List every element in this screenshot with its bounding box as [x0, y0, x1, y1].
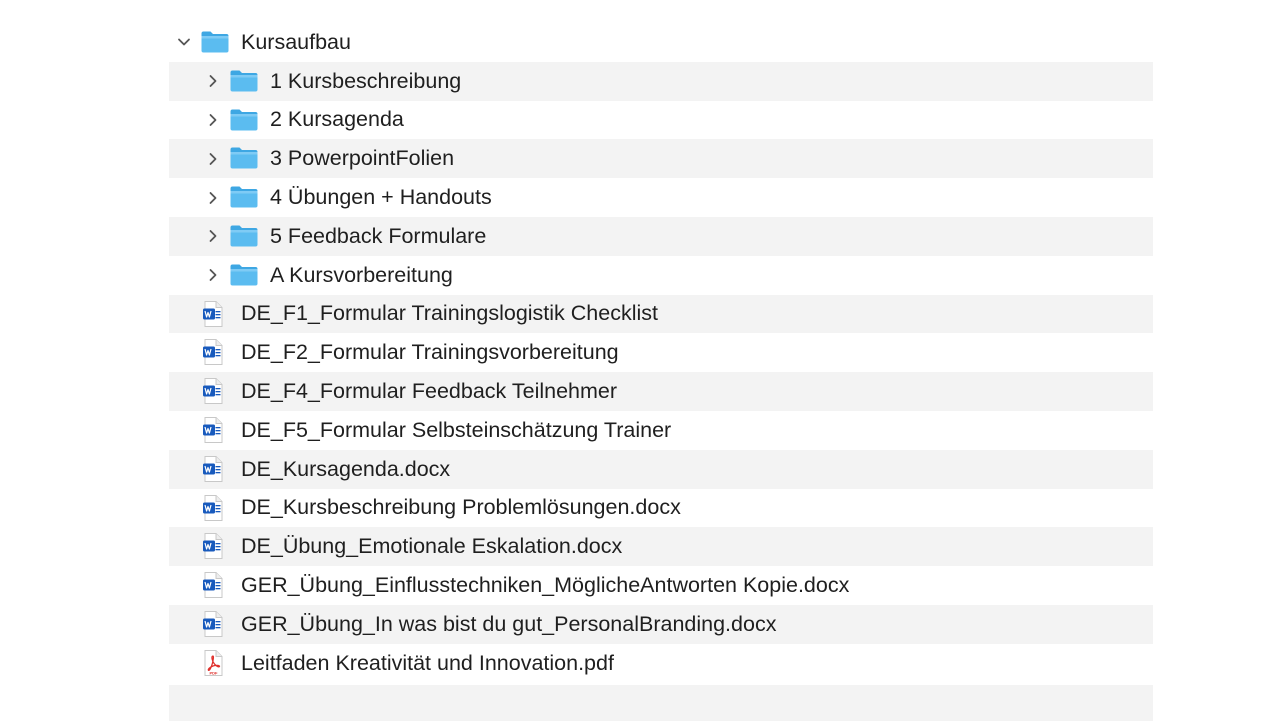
file-tree: Kursaufbau 1 Kursbeschreibung 2 Kursagenda…	[169, 23, 1153, 721]
file-row[interactable]: DE_Kursagenda.docx	[169, 449, 1153, 489]
folder-label: 5 Feedback Formulare	[270, 223, 487, 248]
folder-label: Kursaufbau	[241, 29, 351, 54]
word-doc-icon	[202, 300, 224, 328]
folder-row[interactable]: 1 Kursbeschreibung	[169, 61, 1153, 101]
folder-icon	[229, 146, 259, 170]
word-doc-icon	[202, 610, 224, 638]
file-row[interactable]: DE_F5_Formular Selbsteinschätzung Traine…	[169, 411, 1153, 450]
file-name: GER_Übung_Einflusstechniken_MöglicheAntw…	[241, 573, 850, 598]
word-doc-icon	[202, 416, 224, 444]
file-name: DE_Übung_Emotionale Eskalation.docx	[241, 534, 623, 559]
folder-label: 1 Kursbeschreibung	[270, 68, 462, 93]
chevron-down-icon[interactable]	[177, 35, 191, 49]
file-row[interactable]: GER_Übung_Einflusstechniken_MöglicheAntw…	[169, 566, 1153, 605]
folder-label: 4 Übungen + Handouts	[270, 185, 492, 210]
folder-icon	[200, 30, 230, 54]
file-row[interactable]: GER_Übung_In was bist du gut_PersonalBra…	[169, 604, 1153, 644]
file-name: GER_Übung_In was bist du gut_PersonalBra…	[241, 611, 777, 636]
folder-label: 2 Kursagenda	[270, 107, 404, 132]
folder-icon	[229, 108, 259, 132]
file-name: DE_Kursbeschreibung Problemlösungen.docx	[241, 495, 681, 520]
word-doc-icon	[202, 571, 224, 599]
file-name: DE_F5_Formular Selbsteinschätzung Traine…	[241, 417, 672, 442]
folder-row[interactable]: 2 Kursagenda	[169, 101, 1153, 140]
folder-icon	[229, 224, 259, 248]
folder-icon	[229, 69, 259, 93]
file-name: Leitfaden Kreativität und Innovation.pdf	[241, 650, 614, 675]
chevron-right-icon[interactable]	[206, 74, 220, 88]
chevron-right-icon[interactable]	[206, 268, 220, 282]
file-name: DE_F4_Formular Feedback Teilnehmer	[241, 379, 618, 404]
folder-row-root[interactable]: Kursaufbau	[169, 23, 1153, 62]
word-doc-icon	[202, 455, 224, 483]
file-row[interactable]: DE_F4_Formular Feedback Teilnehmer	[169, 372, 1153, 411]
empty-row	[169, 684, 1153, 721]
word-doc-icon	[202, 494, 224, 522]
folder-row[interactable]: 5 Feedback Formulare	[169, 216, 1153, 256]
folder-label: A Kursvorbereitung	[270, 262, 453, 287]
chevron-right-icon[interactable]	[206, 113, 220, 127]
file-name: DE_Kursagenda.docx	[241, 456, 451, 481]
word-doc-icon	[202, 338, 224, 366]
file-name: DE_F2_Formular Trainingsvorbereitung	[241, 340, 619, 365]
file-row[interactable]: DE_F1_Formular Trainingslogistik Checkli…	[169, 294, 1153, 334]
chevron-right-icon[interactable]	[206, 191, 220, 205]
folder-icon	[229, 263, 259, 287]
file-row[interactable]: DE_Übung_Emotionale Eskalation.docx	[169, 527, 1153, 567]
folder-row[interactable]: 3 PowerpointFolien	[169, 139, 1153, 179]
file-row[interactable]: DE_F2_Formular Trainingsvorbereitung	[169, 333, 1153, 372]
folder-row[interactable]: A Kursvorbereitung	[169, 256, 1153, 295]
folder-icon	[229, 185, 259, 209]
file-name: DE_F1_Formular Trainingslogistik Checkli…	[241, 301, 659, 326]
word-doc-icon	[202, 377, 224, 405]
folder-label: 3 PowerpointFolien	[270, 146, 455, 171]
word-doc-icon	[202, 532, 224, 560]
folder-row[interactable]: 4 Übungen + Handouts	[169, 178, 1153, 217]
file-row[interactable]: PDF Leitfaden Kreativität und Innovation.…	[169, 644, 1153, 683]
chevron-right-icon[interactable]	[206, 229, 220, 243]
chevron-right-icon[interactable]	[206, 152, 220, 166]
svg-text:PDF: PDF	[210, 670, 219, 675]
pdf-icon: PDF	[202, 649, 224, 677]
file-row[interactable]: DE_Kursbeschreibung Problemlösungen.docx	[169, 489, 1153, 528]
